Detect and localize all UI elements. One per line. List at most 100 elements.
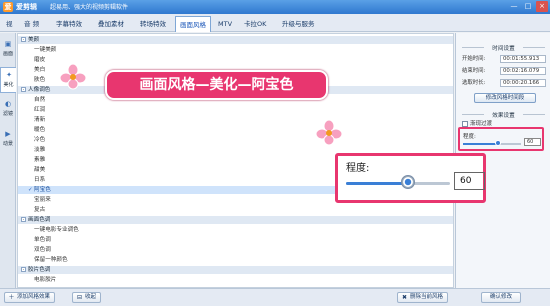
style-item-label: 美白 — [34, 67, 46, 73]
checkmark-icon: ✓ — [28, 187, 33, 193]
modify-time-button[interactable]: 修改风格时间段 — [474, 93, 536, 103]
style-item-label: 保留一种颜色 — [34, 257, 68, 263]
style-item-label: 日系 — [34, 177, 46, 183]
style-item-label: 磨皮 — [34, 57, 46, 63]
side-tab-label: 美化 — [3, 82, 14, 88]
tab-mtv[interactable]: MTV — [214, 16, 236, 32]
style-item-label: 胶片色调 — [28, 267, 51, 273]
collapse-toggle-icon[interactable]: - — [21, 37, 26, 42]
add-style-label: 添加风格效果 — [17, 294, 51, 300]
bottom-toolbar: ＋ 添加风格效果 ⊟ 收起 ✖ 删除当前风格 确认修改 — [0, 288, 550, 306]
maximize-icon[interactable]: □ — [522, 1, 534, 12]
style-item[interactable]: 复古 — [18, 206, 453, 214]
confirm-modify-button[interactable]: 确认修改 — [481, 292, 522, 303]
flower-decoration-icon — [60, 64, 86, 90]
side-tab-label: 画面 — [2, 51, 13, 57]
end-time-label: 结束时间: — [462, 68, 486, 74]
style-item-label: 肤色 — [34, 77, 46, 83]
collapse-button[interactable]: ⊟ 收起 — [72, 292, 102, 303]
style-item[interactable]: 一键美颜 — [18, 46, 453, 54]
collapse-toggle-icon[interactable]: - — [21, 87, 26, 92]
side-tab-label: 滤镜 — [2, 111, 13, 117]
zoom-degree-label: 程度: — [346, 163, 370, 174]
style-category-tabs: ▣ 画面 ✦ 美化 ◐ 滤镜 ▶ 动景 — [0, 33, 16, 288]
zoom-degree-slider-thumb[interactable] — [401, 175, 416, 189]
style-item-label: 人像调色 — [28, 87, 51, 93]
style-item-label: 美颜 — [28, 37, 40, 43]
style-item-label: 淡雅 — [34, 147, 46, 153]
degree-input[interactable]: 60 — [524, 138, 541, 146]
side-tab-filter[interactable]: ◐ 滤镜 — [0, 97, 16, 123]
style-item-label: 复古 — [34, 207, 46, 213]
duration-label: 选取时长: — [462, 80, 486, 86]
tab-picture-style[interactable]: 画面风格 — [175, 16, 211, 32]
image-icon: ▣ — [4, 40, 12, 48]
style-item[interactable]: 单色调 — [18, 236, 453, 244]
collapse-label: 收起 — [85, 294, 97, 300]
collapse-toggle-icon[interactable]: - — [21, 267, 26, 272]
style-item-label: 画面色调 — [28, 217, 51, 223]
tab-overlay-material[interactable]: 叠加素材 — [94, 16, 128, 32]
style-item-label: 红润 — [34, 107, 46, 113]
style-item-label: 一键电影专业调色 — [34, 227, 79, 233]
style-item[interactable]: 磨皮 — [18, 56, 453, 64]
start-time-label: 开始时间: — [462, 56, 486, 62]
style-item-label: 素雅 — [34, 157, 46, 163]
degree-label: 程度: — [463, 134, 476, 140]
duration-input[interactable]: 00:00:20.166 — [500, 79, 546, 87]
style-item-label: 甜美 — [34, 167, 46, 173]
start-time-field: 开始时间: 00:01:55.913 — [462, 55, 548, 63]
close-icon[interactable]: × — [536, 1, 548, 12]
degree-slider-thumb[interactable] — [494, 140, 501, 146]
magic-wand-icon: ✦ — [6, 71, 12, 79]
delete-style-label: 删除当前风格 — [410, 294, 444, 300]
tab-upgrade-service[interactable]: 升级与服务 — [278, 16, 319, 32]
style-item[interactable]: 红润 — [18, 106, 453, 114]
start-time-input[interactable]: 00:01:55.913 — [500, 55, 546, 63]
zoom-degree-slider[interactable] — [346, 182, 450, 185]
style-item[interactable]: 电影胶片 — [18, 276, 453, 284]
delete-style-button[interactable]: ✖ 删除当前风格 — [397, 292, 449, 303]
style-item-label: 自然 — [34, 97, 46, 103]
category-header[interactable]: - 美颜 — [18, 36, 453, 44]
collapse-icon: ⊟ — [76, 294, 83, 301]
style-item[interactable]: 一键电影专业调色 — [18, 226, 453, 234]
side-tab-motion[interactable]: ▶ 动景 — [0, 127, 16, 153]
category-header[interactable]: - 画面色调 — [18, 216, 453, 224]
window-controls: — □ × — [508, 1, 548, 13]
style-item-label: 清新 — [34, 117, 46, 123]
zoom-degree-slider-fill — [346, 182, 409, 185]
collapse-toggle-icon[interactable]: - — [21, 217, 26, 222]
motion-icon: ▶ — [5, 130, 11, 138]
side-tab-picture[interactable]: ▣ 画面 — [0, 37, 16, 63]
end-time-field: 结束时间: 00:02:16.079 — [462, 67, 548, 75]
tab-karaoke[interactable]: 卡拉OK — [240, 16, 270, 32]
tab-audio[interactable]: 音 频 — [20, 16, 43, 32]
style-item[interactable]: 冷色 — [18, 136, 453, 144]
flower-decoration-icon — [316, 120, 342, 146]
style-item[interactable]: 暖色 — [18, 126, 453, 134]
degree-slider[interactable] — [463, 143, 521, 145]
style-item-label: 一键美颜 — [34, 47, 57, 53]
style-item[interactable]: 清新 — [18, 116, 453, 124]
delete-icon: ✖ — [401, 294, 408, 301]
title-bar: 爱 爱剪辑 超易用、强大的视频剪辑软件 — □ × — [0, 0, 550, 14]
degree-zoom-callout: 程度: 60 — [335, 153, 486, 203]
effect-settings-title: 效果设置 — [456, 111, 550, 119]
style-item[interactable]: 双色调 — [18, 246, 453, 254]
add-style-button[interactable]: ＋ 添加风格效果 — [4, 292, 56, 303]
tab-subtitle-effects[interactable]: 字幕特效 — [52, 16, 86, 32]
minimize-icon[interactable]: — — [508, 1, 520, 12]
add-icon: ＋ — [8, 294, 15, 301]
style-item-label: 单色调 — [34, 237, 51, 243]
end-time-input[interactable]: 00:02:16.079 — [500, 67, 546, 75]
category-header[interactable]: - 胶片色调 — [18, 266, 453, 274]
zoom-degree-input[interactable]: 60 — [454, 172, 485, 190]
style-item-label: 电影胶片 — [34, 277, 57, 283]
tab-transition-effects[interactable]: 转场特效 — [136, 16, 170, 32]
style-item[interactable]: 保留一种颜色 — [18, 256, 453, 264]
style-item-label: 冷色 — [34, 137, 46, 143]
tab-video[interactable]: 视 — [2, 16, 17, 32]
style-item-label: 暖色 — [34, 127, 46, 133]
side-tab-beautify[interactable]: ✦ 美化 — [0, 67, 16, 93]
